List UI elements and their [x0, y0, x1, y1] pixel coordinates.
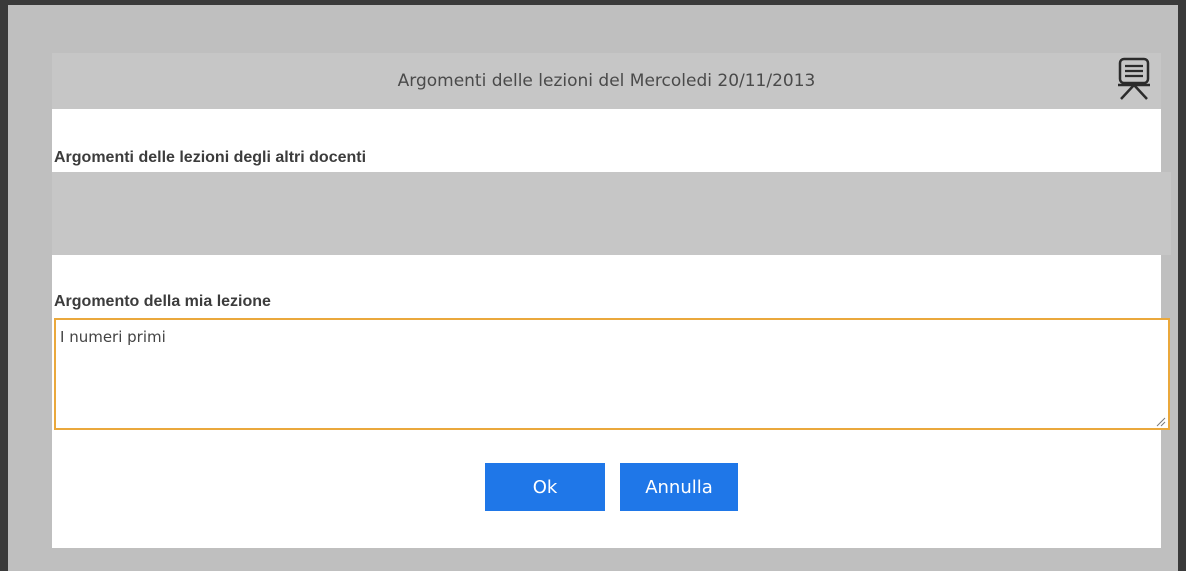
- resize-grip-icon[interactable]: [1154, 414, 1166, 427]
- cancel-button[interactable]: Annulla: [620, 463, 738, 511]
- my-topic-label: Argomento della mia lezione: [54, 293, 271, 310]
- others-topics-label: Argomenti delle lezioni degli altri doce…: [54, 149, 367, 166]
- dialog-title: Argomenti delle lezioni del Mercoledi 20…: [397, 71, 816, 91]
- ok-button[interactable]: Ok: [485, 463, 605, 511]
- presentation-board-icon[interactable]: [1115, 55, 1153, 105]
- my-topic-textarea[interactable]: I numeri primi: [54, 318, 1170, 430]
- dialog-header: Argomenti delle lezioni del Mercoledi 20…: [52, 53, 1161, 109]
- lesson-topics-dialog: Argomenti delle lezioni del Mercoledi 20…: [52, 53, 1171, 548]
- others-topics-box: [52, 172, 1171, 255]
- window-frame: Argomenti delle lezioni del Mercoledi 20…: [0, 0, 1186, 571]
